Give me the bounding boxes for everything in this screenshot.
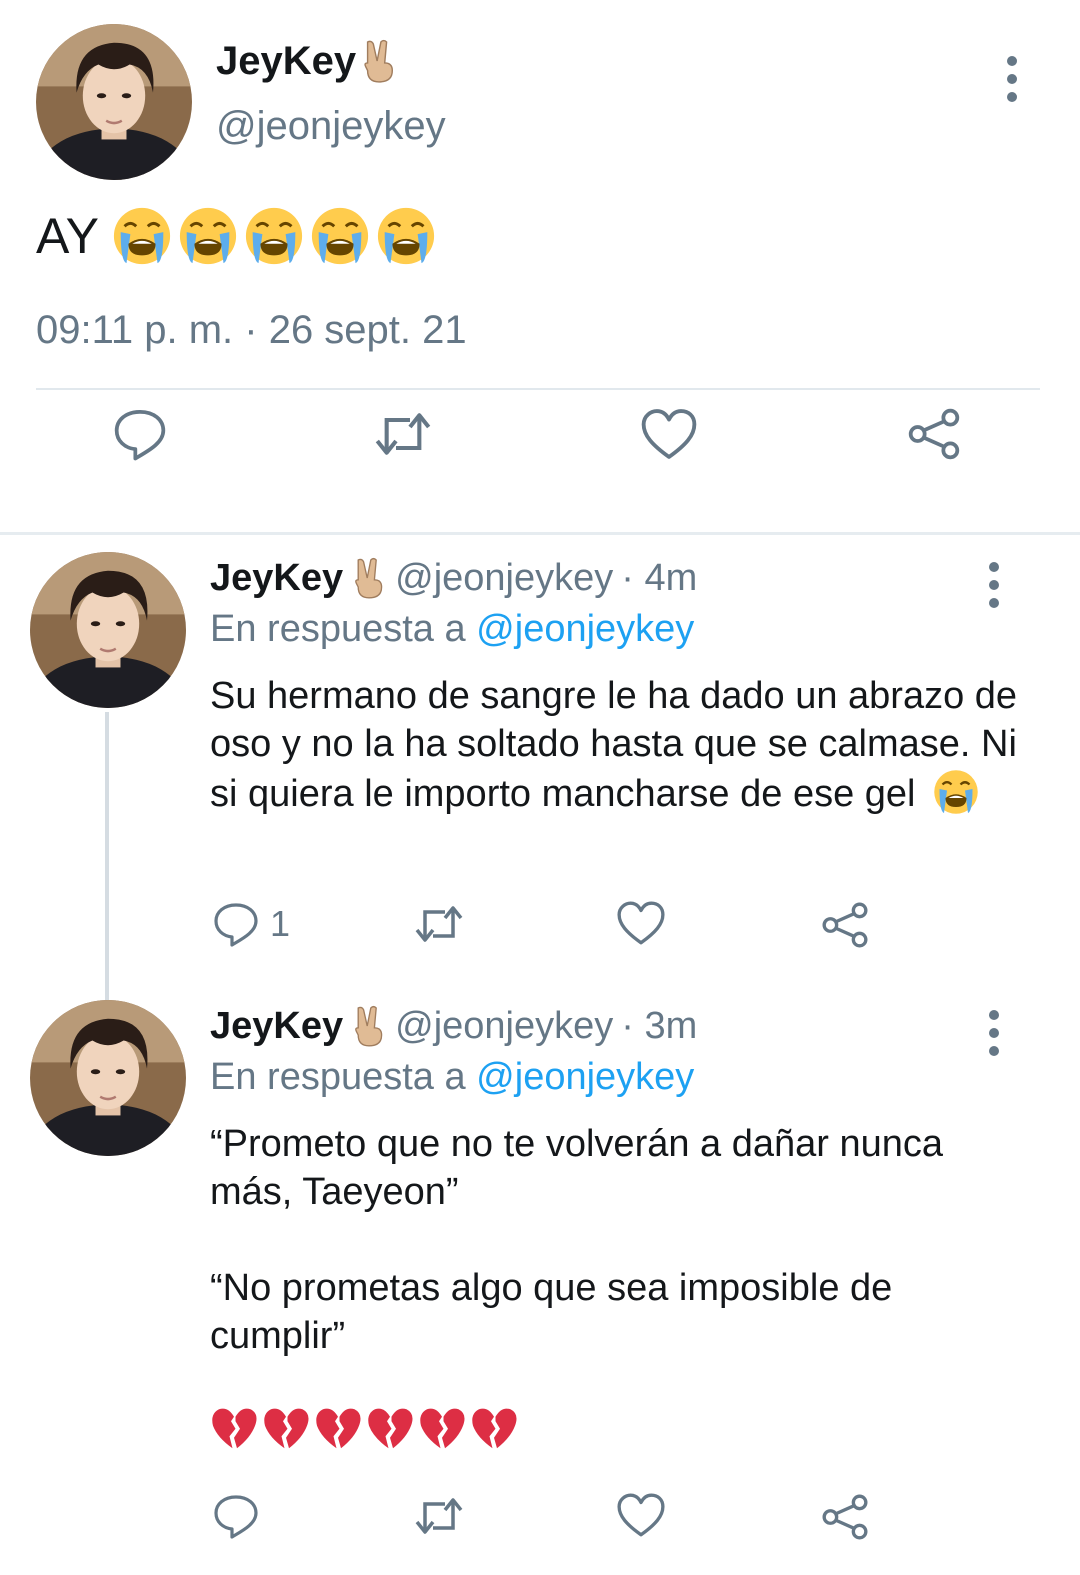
retweet-icon <box>410 900 468 948</box>
reply-1-more-icon[interactable] <box>986 562 1002 612</box>
reply-icon <box>212 900 260 948</box>
main-tweet-divider <box>36 388 1040 390</box>
broken-heart-icon <box>314 1406 362 1450</box>
retweet-button[interactable] <box>410 900 468 948</box>
loudly-crying-face-icon <box>932 768 980 816</box>
loudly-crying-face-icon <box>243 205 305 267</box>
reply-1-text: Su hermano de sangre le ha dado un abraz… <box>210 672 1020 818</box>
broken-heart-icon <box>366 1406 414 1450</box>
reply-2-emojis <box>210 1406 518 1450</box>
victory-hand-emoji-icon <box>360 38 398 84</box>
broken-heart-icon <box>262 1406 310 1450</box>
reply-button[interactable] <box>212 1492 260 1540</box>
retweet-button[interactable] <box>410 1492 468 1540</box>
broken-heart-icon <box>470 1406 518 1450</box>
share-button[interactable] <box>906 406 962 462</box>
share-icon <box>820 900 870 950</box>
loudly-crying-face-icon <box>111 205 173 267</box>
reply-2-more-icon[interactable] <box>986 1010 1002 1060</box>
broken-heart-icon <box>418 1406 466 1450</box>
reply-1-text-body: Su hermano de sangre le ha dado un abraz… <box>210 675 1018 815</box>
reply-2-display-name[interactable]: JeyKey <box>210 1005 343 1048</box>
reply-2-paragraph-1: “Prometo que no te volverán a dañar nunc… <box>210 1123 944 1213</box>
loudly-crying-face-icon <box>309 205 371 267</box>
reply-2-reply-prefix: En respuesta a <box>210 1056 466 1098</box>
like-button[interactable] <box>616 1492 666 1538</box>
heart-icon <box>616 1492 666 1538</box>
display-name-text: JeyKey <box>216 38 357 83</box>
main-tweet-text: AY <box>36 205 437 267</box>
reply-2-handle[interactable]: @jeonjeykey <box>395 1005 613 1048</box>
share-button[interactable] <box>820 900 870 950</box>
heart-icon <box>640 407 698 461</box>
reply-1-header: JeyKey @jeonjeykey · 4m <box>210 556 697 600</box>
reply-button[interactable]: 1 <box>212 900 290 948</box>
reply-1-time[interactable]: · 4m <box>621 557 697 600</box>
share-button[interactable] <box>820 1492 870 1542</box>
reply-1-replying-to: En respuesta a @jeonjeykey <box>210 608 694 651</box>
thread-connector-line <box>105 712 109 1000</box>
share-icon <box>820 1492 870 1542</box>
section-separator <box>0 532 1080 535</box>
reply-2-header: JeyKey @jeonjeykey · 3m <box>210 1004 697 1048</box>
reply-2-time[interactable]: · 3m <box>621 1005 697 1048</box>
reply-1-actions: 1 <box>212 900 892 956</box>
reply-1-display-name[interactable]: JeyKey <box>210 557 343 600</box>
main-tweet-handle[interactable]: @jeonjeykey <box>216 104 446 149</box>
main-tweet-text-body: AY <box>36 208 99 264</box>
reply-2-actions <box>212 1492 892 1548</box>
share-icon <box>906 406 962 462</box>
victory-hand-emoji-icon <box>351 556 387 600</box>
reply-1-handle[interactable]: @jeonjeykey <box>395 557 613 600</box>
like-button[interactable] <box>616 900 666 946</box>
main-tweet-more-icon[interactable] <box>1004 56 1020 106</box>
retweet-icon <box>370 406 436 462</box>
reply-1-avatar[interactable] <box>30 552 186 708</box>
reply-2-avatar[interactable] <box>30 1000 186 1156</box>
broken-heart-icon <box>210 1406 258 1450</box>
reply-count: 1 <box>270 903 291 944</box>
retweet-button[interactable] <box>370 406 436 462</box>
loudly-crying-face-icon <box>375 205 437 267</box>
reply-icon <box>212 1492 260 1540</box>
reply-2-text: “Prometo que no te volverán a dañar nunc… <box>210 1120 1000 1360</box>
reply-2-mention-link[interactable]: @jeonjeykey <box>476 1056 694 1098</box>
main-tweet-avatar[interactable] <box>36 24 192 180</box>
retweet-icon <box>410 1492 468 1540</box>
reply-1-mention-link[interactable]: @jeonjeykey <box>476 608 694 650</box>
main-tweet-timestamp[interactable]: 09:11 p. m. · 26 sept. 21 <box>36 308 467 353</box>
reply-2-paragraph-2: “No prometas algo que sea imposible de c… <box>210 1267 893 1357</box>
reply-1-reply-prefix: En respuesta a <box>210 608 466 650</box>
main-tweet-display-name[interactable]: JeyKey <box>216 38 398 84</box>
reply-icon <box>112 406 168 462</box>
reply-button[interactable] <box>112 406 168 462</box>
loudly-crying-face-icon <box>177 205 239 267</box>
like-button[interactable] <box>640 407 698 461</box>
heart-icon <box>616 900 666 946</box>
victory-hand-emoji-icon <box>351 1004 387 1048</box>
reply-2-replying-to: En respuesta a @jeonjeykey <box>210 1056 694 1099</box>
